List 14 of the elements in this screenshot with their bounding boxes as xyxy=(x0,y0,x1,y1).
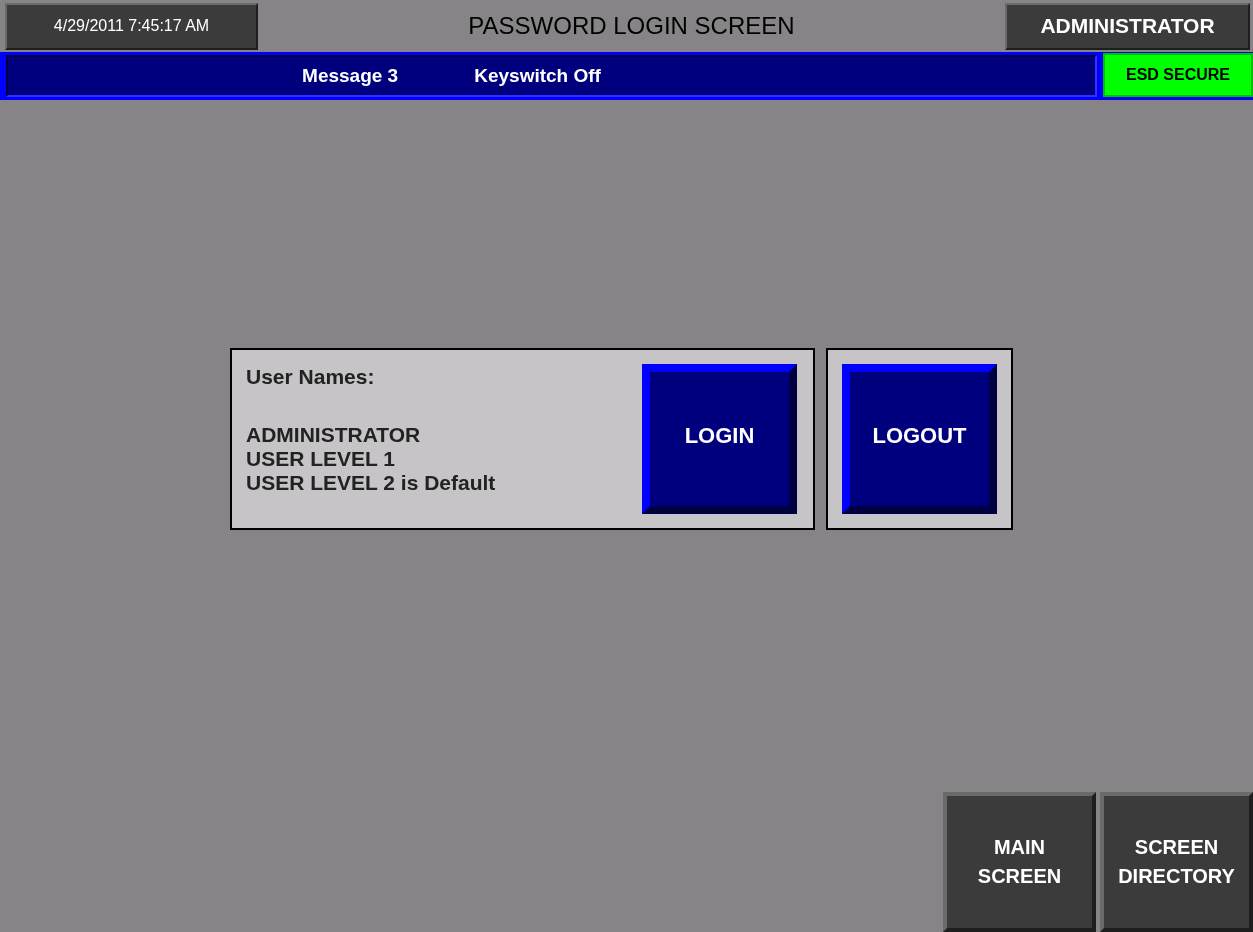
status-indicator: ESD SECURE xyxy=(1103,53,1253,97)
message-text: Message 3 xyxy=(302,65,399,87)
nav-button[interactable]: MAIN SCREEN xyxy=(943,792,1096,932)
message-text: Keyswitch Off xyxy=(474,65,601,87)
screen-title: PASSWORD LOGIN SCREEN xyxy=(467,12,796,40)
user-name: USER LEVEL 1 xyxy=(246,447,396,471)
user-names-heading: User Names: xyxy=(246,365,376,389)
logout-button[interactable]: LOGOUT xyxy=(842,364,997,514)
current-user: ADMINISTRATOR xyxy=(1005,2,1250,50)
date-time: 4/29/2011 7:45:17 AM xyxy=(5,2,258,50)
user-name: USER LEVEL 2 is Default xyxy=(246,471,497,495)
login-button[interactable]: LOGIN xyxy=(642,364,797,514)
user-name: ADMINISTRATOR xyxy=(246,423,422,447)
nav-button[interactable]: SCREEN DIRECTORY xyxy=(1100,792,1253,932)
